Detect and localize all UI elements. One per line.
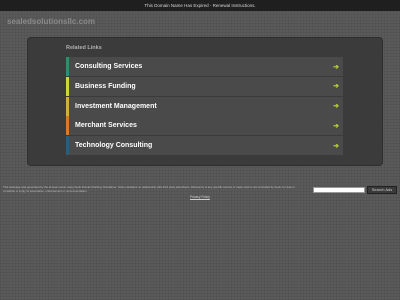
link-label: Investment Management — [75, 102, 157, 110]
link-business-funding[interactable]: Business Funding ➔ — [66, 76, 343, 96]
link-consulting-services[interactable]: Consulting Services ➔ — [66, 57, 343, 76]
expired-domain-banner: This Domain Name Has Expired - Renewal I… — [0, 0, 400, 11]
arrow-right-icon: ➔ — [333, 103, 339, 111]
privacy-policy-link[interactable]: Privacy Policy — [190, 195, 210, 199]
domain-name: sealedsolutionsllc.com — [7, 17, 96, 26]
arrow-right-icon: ➔ — [333, 122, 339, 130]
disclaimer-text: This webpage was generated by the domain… — [3, 185, 295, 193]
link-label: Consulting Services — [75, 63, 143, 70]
related-links-list: Consulting Services ➔ Business Funding ➔… — [66, 57, 343, 156]
link-label: Technology Consulting — [75, 142, 153, 150]
link-merchant-services[interactable]: Merchant Services ➔ — [66, 116, 343, 136]
search-input[interactable] — [313, 187, 365, 193]
arrow-right-icon: ➔ — [333, 63, 339, 71]
link-investment-management[interactable]: Investment Management ➔ — [66, 96, 343, 116]
link-label: Business Funding — [75, 82, 136, 90]
related-links-heading: Related Links — [66, 45, 102, 51]
renewal-instructions-link[interactable]: This Domain Name Has Expired - Renewal I… — [144, 3, 255, 8]
search-ads-button[interactable]: Search Ads — [367, 186, 397, 194]
related-links-panel: Related Links Consulting Services ➔ Busi… — [27, 37, 383, 166]
arrow-right-icon: ➔ — [333, 83, 339, 91]
link-label: Merchant Services — [75, 122, 137, 130]
link-technology-consulting[interactable]: Technology Consulting ➔ — [66, 136, 343, 156]
arrow-right-icon: ➔ — [333, 142, 339, 150]
